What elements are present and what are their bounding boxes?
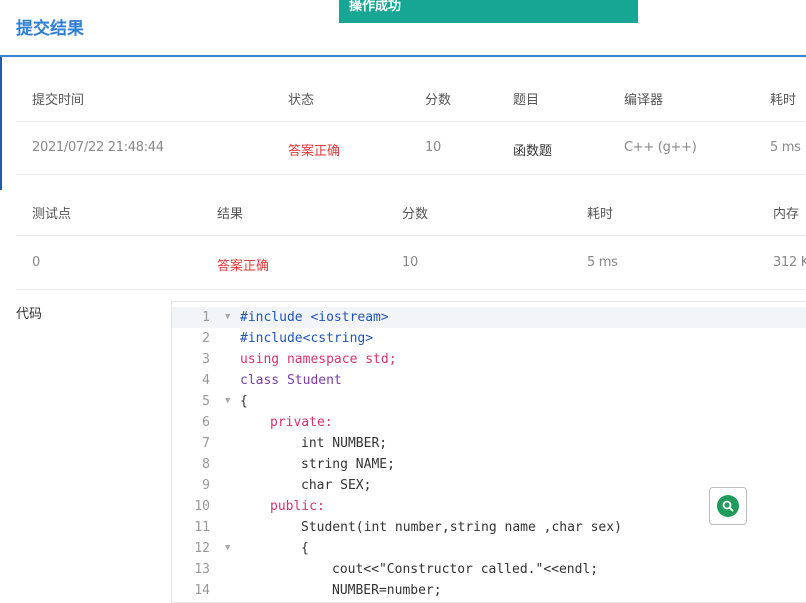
test-point-id: 0 xyxy=(32,255,40,270)
line-text: public: xyxy=(270,499,325,514)
line-number: 5 xyxy=(202,394,210,409)
line-number: 6 xyxy=(202,415,210,430)
code-line: 2 #include<cstring> xyxy=(172,328,806,349)
col-compiler: 编译器 xyxy=(624,93,664,108)
code-editor[interactable]: 1 ▼ #include <iostream> 2 #include<cstri… xyxy=(171,301,806,603)
line-number: 11 xyxy=(194,520,210,535)
line-text: cout<<"Constructor called."<<endl; xyxy=(332,562,599,577)
col-elapsed: 耗时 xyxy=(770,93,797,108)
problem-type: 函数题 xyxy=(513,144,553,159)
col-result: 结果 xyxy=(217,207,244,222)
line-number: 1 xyxy=(202,310,210,325)
elapsed-value: 5 ms xyxy=(770,140,801,155)
code-line: 14 NUMBER=number; xyxy=(172,580,806,601)
line-number: 14 xyxy=(194,583,210,598)
line-text: NUMBER=number; xyxy=(332,583,442,598)
fold-arrow-icon[interactable]: ▼ xyxy=(225,538,230,559)
line-number: 3 xyxy=(202,352,210,367)
code-line: 1 ▼ #include <iostream> xyxy=(172,307,806,328)
col-test-point: 测试点 xyxy=(32,207,72,222)
toast-text: 操作成功 xyxy=(349,0,402,14)
test-result-badge: 答案正确 xyxy=(217,259,270,274)
code-line: 12 ▼ { xyxy=(172,538,806,559)
submit-time: 2021/07/22 21:48:44 xyxy=(32,140,164,155)
col-problem: 题目 xyxy=(513,93,540,108)
line-number: 13 xyxy=(194,562,210,577)
code-line: 4 class Student xyxy=(172,370,806,391)
page-title: 提交结果 xyxy=(16,19,84,39)
line-text: int NUMBER; xyxy=(301,436,388,451)
code-label: 代码 xyxy=(16,307,43,322)
search-icon xyxy=(717,495,739,517)
line-text: Student(int number,string name ,char sex… xyxy=(301,520,622,535)
success-toast: 操作成功 xyxy=(339,0,638,23)
line-number: 2 xyxy=(202,331,210,346)
line-number: 7 xyxy=(202,436,210,451)
compiler-value: C++ (g++) xyxy=(624,140,697,155)
submission-table: 提交时间 状态 分数 题目 编译器 耗时 2021/07/22 21:48:44… xyxy=(16,57,806,175)
test-memory: 312 K xyxy=(773,255,806,270)
status-badge: 答案正确 xyxy=(288,144,341,159)
code-line: 3 using namespace std; xyxy=(172,349,806,370)
col-test-elapsed: 耗时 xyxy=(587,207,614,222)
left-edge-bar xyxy=(0,56,2,190)
line-number: 10 xyxy=(194,499,210,514)
test-header-row: 测试点 结果 分数 耗时 内存 xyxy=(16,175,806,236)
fold-arrow-icon[interactable]: ▼ xyxy=(225,391,230,412)
fold-arrow-icon[interactable]: ▼ xyxy=(225,307,230,328)
test-row: 0 答案正确 10 5 ms 312 K xyxy=(16,236,806,290)
line-text: #include<cstring> xyxy=(240,331,374,346)
search-button[interactable] xyxy=(709,487,747,525)
code-line: 13 cout<<"Constructor called."<<endl; xyxy=(172,559,806,580)
line-number: 9 xyxy=(202,478,210,493)
line-text: #include <iostream> xyxy=(240,310,389,325)
test-elapsed: 5 ms xyxy=(587,255,618,270)
code-line: 5 ▼ { xyxy=(172,391,806,412)
submission-header-row: 提交时间 状态 分数 题目 编译器 耗时 xyxy=(16,57,806,122)
line-number: 8 xyxy=(202,457,210,472)
line-text: using namespace std; xyxy=(240,352,397,367)
col-status: 状态 xyxy=(288,93,315,108)
line-text: { xyxy=(240,394,248,409)
score-value: 10 xyxy=(425,140,441,155)
col-memory: 内存 xyxy=(773,207,800,222)
code-line: 6 private: xyxy=(172,412,806,433)
line-text: class Student xyxy=(240,373,342,388)
line-text: private: xyxy=(270,415,333,430)
test-score: 10 xyxy=(402,255,418,270)
col-submit-time: 提交时间 xyxy=(32,93,85,108)
code-line: 7 int NUMBER; xyxy=(172,433,806,454)
code-line: 8 string NAME; xyxy=(172,454,806,475)
line-text: { xyxy=(301,541,309,556)
line-text: string NAME; xyxy=(301,457,395,472)
line-text: char SEX; xyxy=(301,478,372,493)
submission-row: 2021/07/22 21:48:44 答案正确 10 函数题 C++ (g++… xyxy=(16,122,806,175)
test-points-table: 测试点 结果 分数 耗时 内存 0 答案正确 10 5 ms 312 K xyxy=(16,175,806,290)
line-number: 4 xyxy=(202,373,210,388)
col-test-score: 分数 xyxy=(402,207,429,222)
line-number: 12 xyxy=(194,541,210,556)
col-score: 分数 xyxy=(425,93,452,108)
